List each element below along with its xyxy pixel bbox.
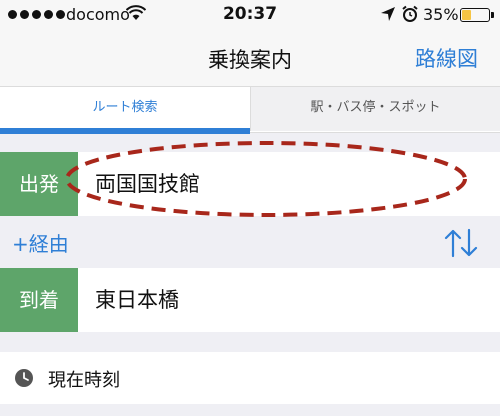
arrival-label: 到着 xyxy=(0,268,78,332)
battery-level-fill xyxy=(462,10,471,20)
battery-percent: 35% xyxy=(423,5,459,24)
via-row: +経由 xyxy=(0,216,500,268)
location-arrow-icon xyxy=(381,7,395,21)
swap-arrows-icon[interactable] xyxy=(442,228,480,258)
departure-station-field[interactable]: 両国国技館 xyxy=(95,152,200,216)
departure-row[interactable]: 出発 両国国技館 xyxy=(0,152,500,216)
route-map-button[interactable]: 路線図 xyxy=(415,43,478,73)
clock-icon xyxy=(15,369,33,387)
status-bar: docomo 20:37 35% xyxy=(0,0,500,30)
tab-divider xyxy=(250,132,500,133)
segmented-tabs: ルート検索 駅・バス停・スポット xyxy=(0,86,500,132)
tab-route-search[interactable]: ルート検索 xyxy=(0,87,250,131)
departure-label: 出発 xyxy=(0,152,78,216)
time-label: 現在時刻 xyxy=(48,370,120,391)
navigation-bar: 乗換案内 路線図 xyxy=(0,30,500,86)
tab-station-spot[interactable]: 駅・バス停・スポット xyxy=(250,87,500,131)
alarm-clock-icon xyxy=(402,5,418,22)
battery-icon xyxy=(460,8,494,22)
arrival-row[interactable]: 到着 東日本橋 xyxy=(0,268,500,332)
arrival-station-field[interactable]: 東日本橋 xyxy=(95,268,179,332)
time-setting-row[interactable]: 現在時刻 xyxy=(0,352,500,404)
add-via-button[interactable]: +経由 xyxy=(12,228,69,257)
selected-tab-indicator xyxy=(0,128,250,134)
